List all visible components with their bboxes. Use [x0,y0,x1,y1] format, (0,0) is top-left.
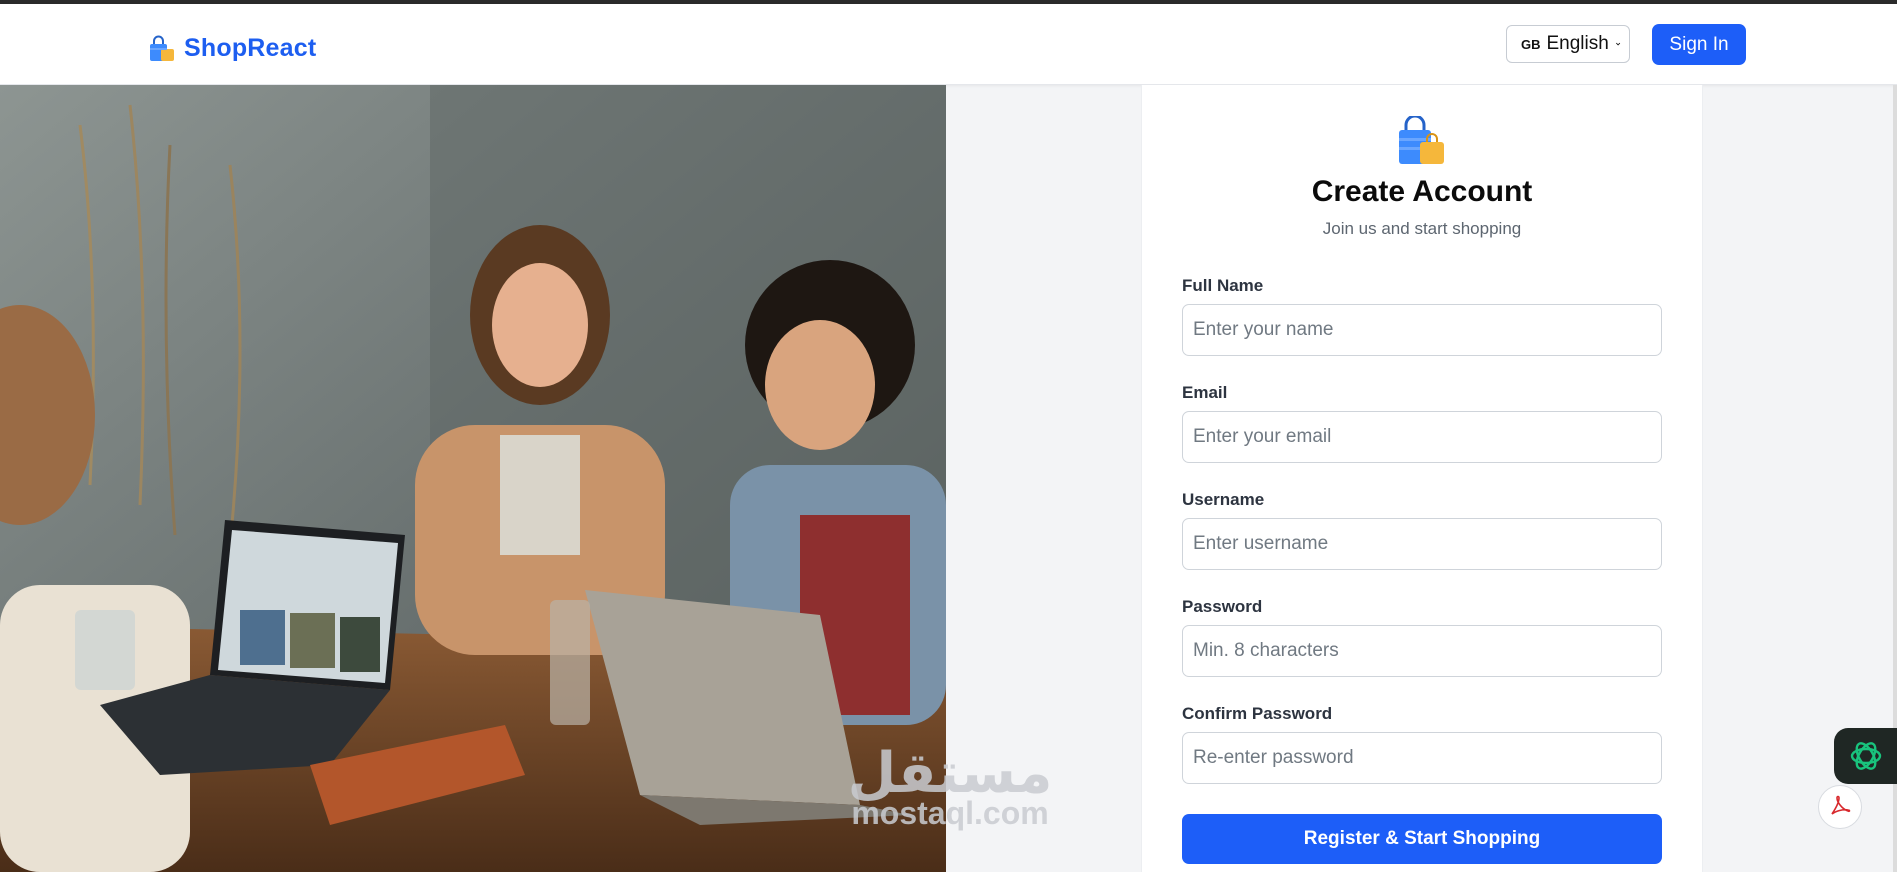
brand-logo-link[interactable]: ShopReact [148,34,316,63]
language-selected: English [1546,33,1609,54]
pdf-icon [1831,795,1851,815]
brand-name: ShopReact [184,34,317,62]
shopping-bag-icon [1399,116,1444,164]
email-label: Email [1182,383,1228,402]
confirm-password-label: Confirm Password [1182,704,1333,723]
password-label: Password [1182,597,1263,616]
full-name-label: Full Name [1182,276,1264,295]
navbar: ShopReact GB English Sign In [0,4,1897,85]
watermark: مستقل mostaql.com [835,741,1065,831]
chevron-down-icon [1615,42,1620,46]
openai-icon [1850,742,1881,770]
hero-photo [0,85,946,872]
email-input[interactable] [1182,411,1662,463]
shopping-bag-icon [150,35,174,61]
register-button[interactable]: Register & Start Shopping [1182,814,1662,864]
page-title: Create Account [1311,175,1533,208]
language-select[interactable]: GB English [1506,25,1630,63]
flag-gb-icon: GB [1521,36,1541,52]
watermark-arabic: مستقل [847,741,1053,806]
pdf-tool-button[interactable] [1818,785,1862,829]
full-name-input[interactable] [1182,304,1662,356]
sign-in-button[interactable]: Sign In [1652,24,1746,65]
watermark-latin: mostaql.com [851,795,1049,831]
username-input[interactable] [1182,518,1662,570]
ai-assistant-button[interactable] [1834,728,1897,784]
register-card: Create Account Join us and start shoppin… [1141,85,1703,872]
confirm-password-input[interactable] [1182,732,1662,784]
username-label: Username [1182,490,1265,509]
password-input[interactable] [1182,625,1662,677]
page-subtitle: Join us and start shopping [1322,219,1522,238]
